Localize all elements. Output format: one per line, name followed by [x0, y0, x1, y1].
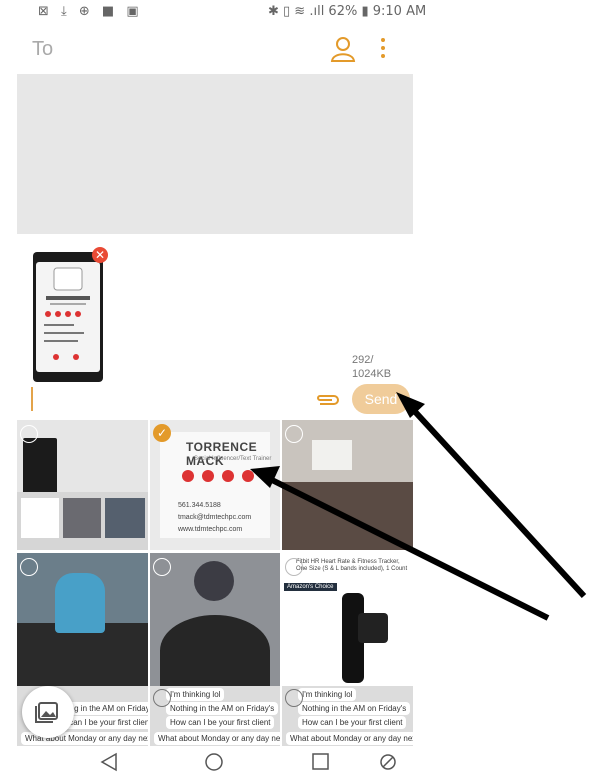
annotation-arrows	[250, 392, 587, 621]
arrow-to-selected-image	[250, 466, 550, 621]
back-icon[interactable]	[100, 752, 117, 772]
recents-icon[interactable]	[312, 753, 329, 770]
nav-icons	[100, 752, 396, 772]
arrow-to-send	[396, 392, 587, 599]
home-icon[interactable]	[205, 753, 223, 771]
screen-pin-icon[interactable]	[380, 754, 396, 770]
system-navigation-bar	[0, 746, 596, 777]
